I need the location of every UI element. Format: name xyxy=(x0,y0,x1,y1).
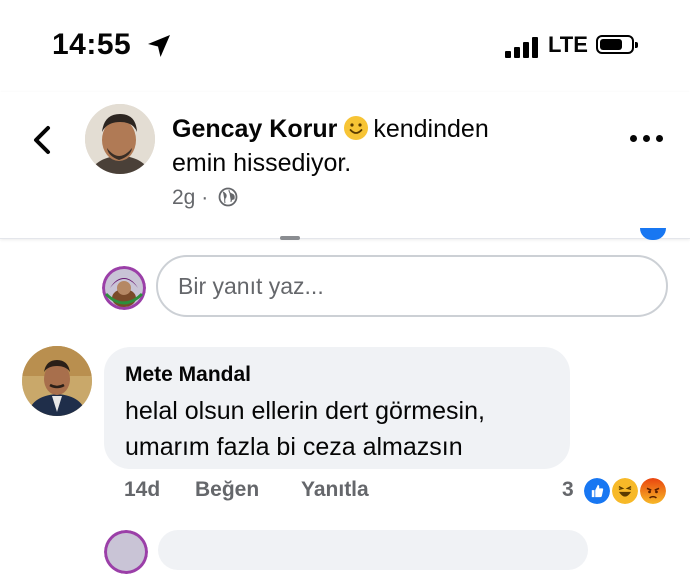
angry-reaction-icon xyxy=(638,476,668,506)
location-arrow-icon xyxy=(148,35,170,57)
haha-reaction-icon xyxy=(610,476,640,506)
more-icon[interactable] xyxy=(630,132,664,146)
like-button[interactable]: Beğen xyxy=(195,478,259,502)
reply-input[interactable] xyxy=(156,255,668,317)
globe-icon xyxy=(218,187,238,207)
smile-emoji-icon xyxy=(344,116,369,140)
commenter-name[interactable]: Mete Mandal xyxy=(125,361,550,389)
current-user-avatar xyxy=(102,266,146,310)
comment-text-line-2: umarım fazla bi ceza almazsın xyxy=(125,433,463,461)
poster-avatar[interactable] xyxy=(85,104,155,174)
back-chevron-icon[interactable] xyxy=(28,122,58,158)
next-reply-avatar xyxy=(104,530,148,574)
comment-text-line-1: helal olsun ellerin dert görmesin, xyxy=(125,397,485,425)
feeling-text-1: kendinden xyxy=(373,115,489,143)
reply-button[interactable]: Yanıtla xyxy=(301,478,369,502)
comment-text: helal olsun ellerin dert görmesin, umarı… xyxy=(125,393,550,465)
status-bar: 14:55 LTE xyxy=(0,0,690,92)
comment-time[interactable]: 14d xyxy=(124,478,160,502)
post-header: Gencay Korur kendinden emin hissediyor. … xyxy=(0,92,690,239)
signal-icon xyxy=(505,36,541,58)
post-meta: 2g · xyxy=(172,186,238,210)
battery-icon xyxy=(596,35,638,54)
poster-name[interactable]: Gencay Korur xyxy=(172,115,337,143)
reaction-count: 3 xyxy=(562,478,574,501)
comment-bubble[interactable]: Mete Mandal helal olsun ellerin dert gör… xyxy=(104,347,570,469)
scrolled-content-fragment xyxy=(280,236,300,240)
feeling-text-2: emin hissediyor. xyxy=(172,149,352,177)
commenter-avatar[interactable] xyxy=(22,346,92,416)
post-title: Gencay Korur kendinden emin hissediyor. xyxy=(172,112,572,180)
meta-separator: · xyxy=(201,186,209,209)
like-reaction-icon xyxy=(582,476,612,506)
next-reply-bubble xyxy=(158,530,588,570)
post-time[interactable]: 2g xyxy=(172,186,195,209)
status-time: 14:55 xyxy=(52,28,132,61)
network-type: LTE xyxy=(548,32,588,57)
